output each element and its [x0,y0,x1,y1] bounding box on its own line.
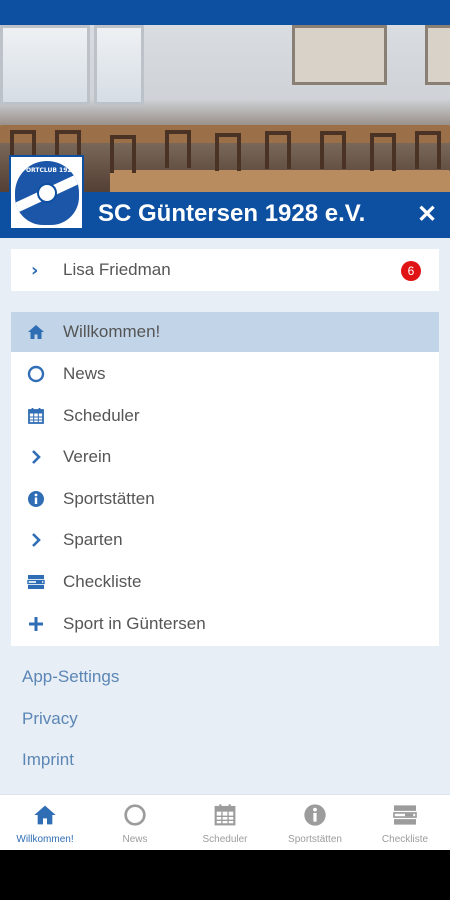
menu-item-verein[interactable]: Verein [11,437,439,477]
calendar-icon [213,802,237,828]
nav-tab-sportstaetten[interactable]: Sportstätten [270,795,360,850]
nav-tab-news[interactable]: News [90,795,180,850]
app-settings-link[interactable]: App-Settings [22,667,119,687]
info-icon [303,802,327,828]
menu-item-label: Willkommen! [63,322,161,341]
circle-icon [123,802,147,828]
home-icon [33,802,57,828]
menu-item-checkliste[interactable]: Checkliste [11,562,439,602]
list-icon [392,802,418,828]
menu-item-label: Sport in Güntersen [63,614,206,633]
chevron-right-icon [11,532,63,548]
nav-tab-label: Scheduler [202,834,248,845]
menu-item-label: Sportstätten [63,489,155,508]
drawer-content: › Lisa Friedman 6 Willkommen! News Sched… [0,238,450,794]
user-name: Lisa Friedman [63,260,171,279]
nav-tab-label: News [122,834,148,845]
user-profile-item[interactable]: › Lisa Friedman 6 [11,249,439,291]
logo-text: SPORTCLUB 1928 [17,166,76,174]
system-navigation-bar [0,850,450,900]
main-menu: Willkommen! News Scheduler Verein Sports… [11,312,439,646]
nav-tab-willkommen[interactable]: Willkommen! [0,795,90,850]
nav-tab-label: Sportstätten [288,834,342,845]
bottom-navigation: Willkommen! News Scheduler Sportstätten … [0,794,450,850]
calendar-icon [11,407,63,425]
menu-item-label: Sparten [63,530,123,549]
menu-item-label: Scheduler [63,406,140,425]
close-button[interactable]: ✕ [417,202,437,228]
privacy-link[interactable]: Privacy [22,709,78,729]
menu-item-willkommen[interactable]: Willkommen! [11,312,439,352]
chevron-right-icon [11,449,63,465]
club-logo: SPORTCLUB 1928 [9,155,84,230]
home-icon [11,324,63,340]
plus-icon [11,616,63,632]
imprint-link[interactable]: Imprint [22,750,74,770]
menu-item-news[interactable]: News [11,354,439,394]
status-bar [0,0,450,25]
menu-item-sparten[interactable]: Sparten [11,520,439,560]
menu-item-scheduler[interactable]: Scheduler [11,396,439,436]
menu-item-label: News [63,364,106,383]
app-title: SC Güntersen 1928 e.V. [98,200,366,227]
chevron-right-icon: › [31,259,39,281]
info-icon [11,490,63,508]
close-icon: ✕ [417,201,438,228]
menu-item-sportstaetten[interactable]: Sportstätten [11,479,439,519]
menu-item-label: Verein [63,447,112,466]
nav-tab-label: Checkliste [381,834,429,845]
circle-icon [11,365,63,383]
menu-item-sport-in-guentersen[interactable]: Sport in Güntersen [11,604,439,644]
notification-badge: 6 [401,261,421,281]
nav-tab-scheduler[interactable]: Scheduler [180,795,270,850]
list-icon [11,574,63,590]
menu-item-label: Checkliste [63,572,142,591]
nav-tab-label: Willkommen! [16,834,74,845]
nav-tab-checkliste[interactable]: Checkliste [360,795,450,850]
